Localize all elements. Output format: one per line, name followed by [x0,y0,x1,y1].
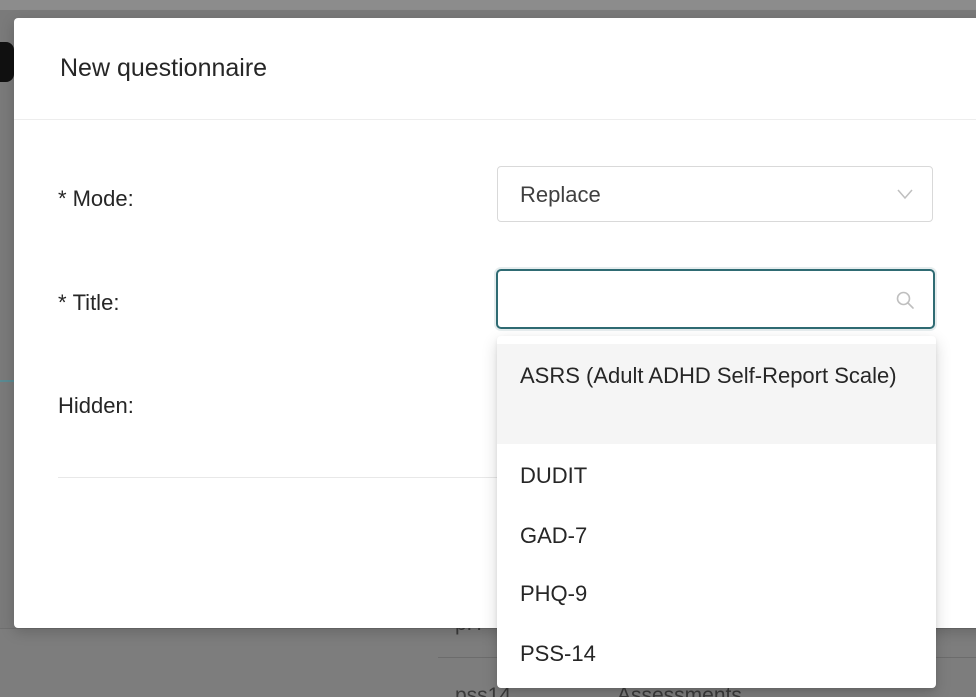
title-dropdown-menu: ASRS (Adult ADHD Self-Report Scale) DUDI… [497,336,936,688]
dropdown-option[interactable]: PHQ-9 [497,566,936,622]
search-icon [896,291,914,309]
background-tab-underline [0,380,14,382]
mode-label-text: Mode [72,186,128,211]
mode-label: * Mode: [58,186,134,212]
mode-select[interactable]: Replace [497,166,933,222]
background-header [0,0,976,10]
dropdown-option[interactable]: GAD-7 [497,508,936,564]
dropdown-option[interactable]: ASRS (Adult ADHD Self-Report Scale) [497,344,936,444]
title-search-select[interactable] [496,269,935,329]
dropdown-option[interactable]: PSS-14 [497,626,936,682]
label-colon: : [113,290,120,315]
dialog-header: New questionnaire [14,18,976,120]
hidden-label: Hidden: [58,393,134,419]
required-mark: * [58,290,67,315]
label-colon: : [127,393,134,418]
required-mark: * [58,186,67,211]
label-colon: : [127,186,134,211]
form-divider [58,477,498,478]
title-label-text: Title [72,290,114,315]
dropdown-option[interactable]: DUDIT [497,448,936,504]
title-label: * Title: [58,290,119,316]
mode-select-value: Replace [520,182,601,207]
chevron-down-icon [897,189,913,200]
background-heading-fragment [0,42,14,82]
dialog-title: New questionnaire [60,54,268,82]
title-search-input[interactable] [512,281,876,319]
hidden-label-text: Hidden [58,393,128,418]
